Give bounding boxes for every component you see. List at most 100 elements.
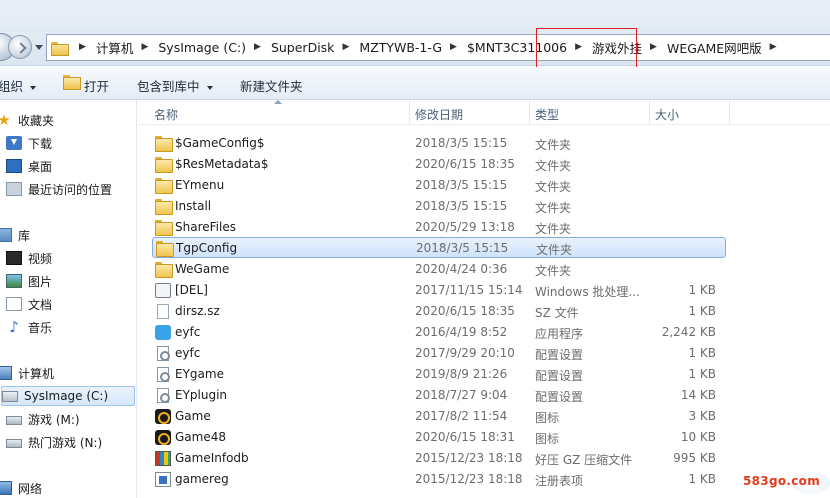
file-type: 图标: [535, 411, 560, 425]
open-button[interactable]: 打开: [84, 76, 109, 95]
file-row[interactable]: $ResMetadata$ 2020/6/15 18:35 文件夹: [152, 154, 726, 175]
file-name: WeGame: [175, 262, 230, 276]
breadcrumb-wegame[interactable]: WEGAME网吧版: [665, 38, 764, 57]
file-type: 配置设置: [535, 369, 584, 383]
file-type: 应用程序: [535, 327, 584, 341]
file-row[interactable]: eyfc 2016/4/19 8:52 应用程序 2,242 KB: [152, 322, 726, 343]
chevron-right-icon[interactable]: ▶: [450, 42, 457, 52]
nav-drive-m-label: 游戏 (M:): [28, 412, 80, 427]
nav-music-label: 音乐: [28, 320, 53, 335]
organize-button[interactable]: 组织: [0, 76, 37, 95]
sort-ascending-icon: [274, 100, 282, 104]
nav-desktop[interactable]: 桌面: [6, 156, 142, 176]
file-size: 1 KB: [688, 304, 716, 318]
nav-favorites-label: 收藏夹: [18, 113, 55, 128]
nav-download[interactable]: 下载: [6, 133, 142, 153]
nav-drive-m[interactable]: 游戏 (M:): [6, 409, 142, 429]
folder-icon: [155, 157, 173, 173]
file-date: 2017/11/15 15:14: [415, 283, 523, 297]
file-date: 2020/6/15 18:35: [415, 304, 515, 318]
file-date: 2019/8/9 21:26: [415, 367, 508, 381]
file-date: 2020/5/29 13:18: [415, 220, 515, 234]
breadcrumb-sysimage[interactable]: SysImage (C:): [156, 40, 248, 55]
computer-icon: [0, 366, 12, 380]
file-row[interactable]: EYmenu 2018/3/5 15:15 文件夹: [152, 175, 726, 196]
address-bar[interactable]: ▶ 计算机 ▶ SysImage (C:) ▶ SuperDisk ▶ MZTY…: [46, 34, 830, 61]
file-row[interactable]: Install 2018/3/5 15:15 文件夹: [152, 196, 726, 217]
forward-button[interactable]: [8, 35, 32, 59]
nav-documents[interactable]: 文档: [6, 294, 142, 314]
file-row[interactable]: ShareFiles 2020/5/29 13:18 文件夹: [152, 217, 726, 238]
column-divider[interactable]: [729, 100, 730, 125]
nav-network[interactable]: 网络: [0, 478, 132, 498]
file-date: 2018/3/5 15:15: [416, 241, 509, 255]
column-divider[interactable]: [649, 100, 650, 125]
column-header-date[interactable]: 修改日期: [415, 106, 463, 123]
file-name: Game: [175, 409, 211, 423]
file-row[interactable]: [DEL] 2017/11/15 15:14 Windows 批处理... 1 …: [152, 280, 726, 301]
column-header-name[interactable]: 名称: [154, 106, 178, 123]
file-type: 文件夹: [535, 201, 572, 215]
file-size: 2,242 KB: [661, 325, 716, 339]
file-date: 2018/3/5 15:15: [415, 136, 508, 150]
video-icon: [6, 251, 22, 265]
file-name: eyfc: [175, 346, 201, 360]
file-name: $ResMetadata$: [175, 157, 269, 171]
breadcrumb-computer[interactable]: 计算机: [94, 38, 136, 57]
nav-music[interactable]: ♪ 音乐: [6, 317, 142, 337]
chevron-right-icon[interactable]: ▶: [342, 42, 349, 52]
file-type: Windows 批处理...: [535, 285, 640, 299]
file-row[interactable]: Game 2017/8/2 11:54 图标 3 KB: [152, 406, 726, 427]
nav-recent-places[interactable]: 最近访问的位置: [6, 179, 142, 199]
chevron-right-icon[interactable]: ▶: [141, 42, 148, 52]
game-icon: [155, 430, 171, 445]
new-folder-button[interactable]: 新建文件夹: [240, 76, 303, 95]
nav-computer-label: 计算机: [18, 366, 55, 381]
nav-drive-n[interactable]: 热门游戏 (N:): [6, 432, 142, 452]
nav-drive-c[interactable]: SysImage (C:): [1, 386, 135, 406]
file-size: 10 KB: [680, 430, 716, 444]
file-row[interactable]: gamereg 2015/12/23 18:18 注册表项 1 KB: [152, 469, 726, 490]
nav-computer[interactable]: 计算机: [0, 363, 132, 383]
chevron-right-icon[interactable]: ▶: [770, 42, 777, 52]
recent-places-icon: [6, 182, 22, 196]
recent-pages-dropdown-icon[interactable]: [35, 45, 43, 50]
file-row[interactable]: EYplugin 2018/7/27 9:04 配置设置 14 KB: [152, 385, 726, 406]
file-date: 2015/12/23 18:18: [415, 451, 523, 465]
file-row[interactable]: WeGame 2020/4/24 0:36 文件夹: [152, 259, 726, 280]
config-file-icon: [157, 346, 170, 361]
file-row[interactable]: $GameConfig$ 2018/3/5 15:15 文件夹: [152, 133, 726, 154]
column-divider[interactable]: [409, 100, 410, 125]
file-size: 995 KB: [673, 451, 716, 465]
command-toolbar: 组织 打开 包含到库中 新建文件夹: [0, 67, 830, 100]
breadcrumb-mztywb[interactable]: MZTYWB-1-G: [357, 40, 444, 55]
chevron-right-icon[interactable]: ▶: [650, 42, 657, 52]
chevron-right-icon[interactable]: ▶: [79, 42, 86, 52]
chevron-right-icon[interactable]: ▶: [254, 42, 261, 52]
nav-videos[interactable]: 视频: [6, 248, 142, 268]
file-row[interactable]: dirsz.sz 2020/6/15 18:35 SZ 文件 1 KB: [152, 301, 726, 322]
file-row[interactable]: GameInfodb 2015/12/23 18:18 好压 GZ 压缩文件 9…: [152, 448, 726, 469]
download-folder-icon: [6, 136, 22, 150]
nav-drive-c-label: SysImage (C:): [24, 389, 109, 403]
registry-icon: [155, 472, 171, 487]
file-date: 2020/6/15 18:31: [415, 430, 515, 444]
file-type: 配置设置: [535, 348, 584, 362]
breadcrumb-superdisk[interactable]: SuperDisk: [269, 40, 336, 55]
drive-icon: [6, 416, 22, 425]
watermark: 583go.com: [743, 474, 821, 488]
nav-libraries[interactable]: 库: [0, 225, 132, 245]
nav-pictures[interactable]: 图片: [6, 271, 142, 291]
nav-favorites[interactable]: ★ 收藏夹: [0, 110, 132, 130]
file-row[interactable]: eyfc 2017/9/29 20:10 配置设置 1 KB: [152, 343, 726, 364]
file-row[interactable]: EYgame 2019/8/9 21:26 配置设置 1 KB: [152, 364, 726, 385]
column-header-type[interactable]: 类型: [535, 106, 559, 123]
file-date: 2017/8/2 11:54: [415, 409, 508, 423]
file-row-selected[interactable]: TgpConfig 2018/3/5 15:15 文件夹: [152, 237, 726, 258]
file-row[interactable]: Game48 2020/6/15 18:31 图标 10 KB: [152, 427, 726, 448]
folder-icon: [51, 41, 69, 56]
column-divider[interactable]: [529, 100, 530, 125]
file-date: 2016/4/19 8:52: [415, 325, 508, 339]
column-header-size[interactable]: 大小: [655, 106, 679, 123]
include-in-library-button[interactable]: 包含到库中: [137, 76, 213, 95]
